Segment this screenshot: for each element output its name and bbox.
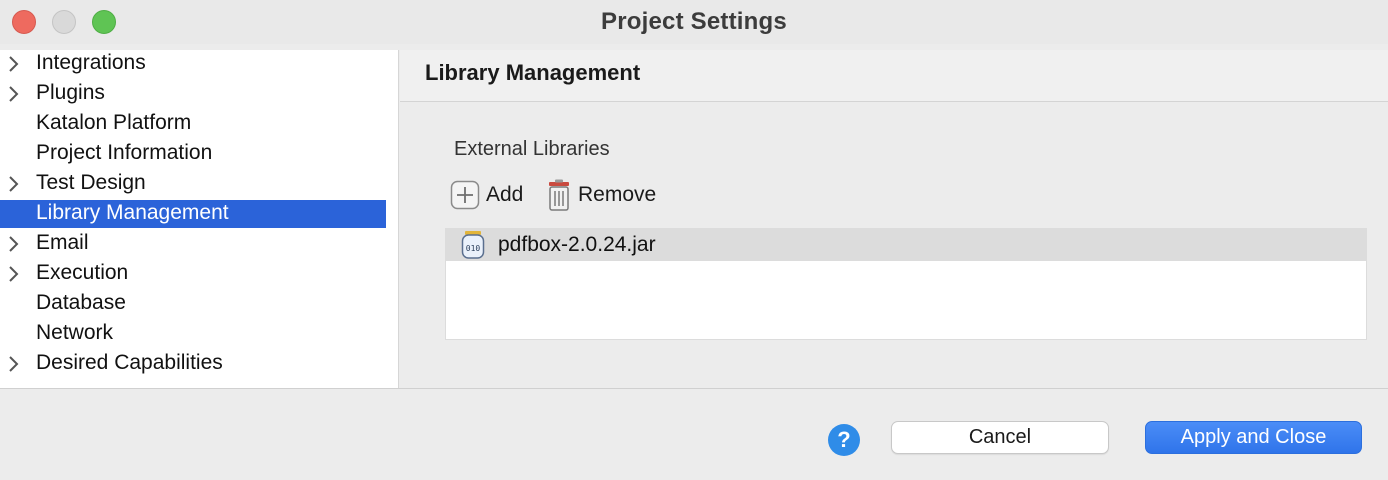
tree-item-label: Katalon Platform xyxy=(36,111,192,134)
settings-tree[interactable]: Integrations Plugins Katalon Platform Pr… xyxy=(0,50,399,388)
tree-item-plugins[interactable]: Plugins xyxy=(0,80,386,108)
tree-item-label: Email xyxy=(36,231,89,254)
close-window-button[interactable] xyxy=(12,10,36,34)
tree-item-label: Library Management xyxy=(36,201,229,224)
list-item[interactable]: 010 pdfbox-2.0.24.jar xyxy=(446,229,1366,261)
tree-item-label: Test Design xyxy=(36,171,146,194)
library-name: pdfbox-2.0.24.jar xyxy=(498,233,656,256)
add-library-button[interactable]: Add xyxy=(450,178,523,212)
add-label: Add xyxy=(486,183,524,206)
tree-item-execution[interactable]: Execution xyxy=(0,260,386,288)
footer-divider xyxy=(0,388,1388,389)
page-title: Library Management xyxy=(425,60,641,85)
chevron-right-icon[interactable] xyxy=(6,54,22,74)
tree-item-email[interactable]: Email xyxy=(0,230,386,258)
tree-item-desired-capabilities[interactable]: Desired Capabilities xyxy=(0,350,386,378)
window-title: Project Settings xyxy=(601,8,787,35)
minimize-window-button[interactable] xyxy=(52,10,76,34)
chevron-right-icon[interactable] xyxy=(6,264,22,284)
add-icon xyxy=(450,180,480,210)
cancel-button[interactable]: Cancel xyxy=(891,421,1109,454)
help-button[interactable]: ? xyxy=(828,424,860,456)
chevron-right-icon[interactable] xyxy=(6,84,22,104)
tree-item-test-design[interactable]: Test Design xyxy=(0,170,386,198)
svg-text:010: 010 xyxy=(466,244,481,253)
external-libraries-list[interactable]: 010 pdfbox-2.0.24.jar xyxy=(445,228,1367,340)
remove-label: Remove xyxy=(578,183,657,206)
tree-item-label: Execution xyxy=(36,261,129,284)
chevron-right-icon[interactable] xyxy=(6,354,22,374)
panel-header: Library Management xyxy=(400,50,1388,102)
tree-item-label: Plugins xyxy=(36,81,105,104)
tree-item-katalon-platform[interactable]: Katalon Platform xyxy=(0,110,386,138)
tree-item-label: Project Information xyxy=(36,141,213,164)
tree-item-integrations[interactable]: Integrations xyxy=(0,50,386,78)
remove-library-button[interactable]: Remove xyxy=(546,178,656,212)
chevron-right-icon[interactable] xyxy=(6,174,22,194)
tree-item-label: Database xyxy=(36,291,126,314)
chevron-right-icon[interactable] xyxy=(6,234,22,254)
tree-item-label: Desired Capabilities xyxy=(36,351,223,374)
trash-icon xyxy=(549,179,569,211)
tree-item-label: Network xyxy=(36,321,114,344)
tree-item-library-management[interactable]: Library Management xyxy=(0,200,386,228)
tree-item-label: Integrations xyxy=(36,51,146,74)
tree-item-network[interactable]: Network xyxy=(0,320,386,348)
library-management-panel: Library Management External Libraries Ad… xyxy=(400,50,1388,388)
title-bar: Project Settings xyxy=(0,0,1388,44)
tree-item-project-information[interactable]: Project Information xyxy=(0,140,386,168)
tree-item-database[interactable]: Database xyxy=(0,290,386,318)
apply-and-close-button[interactable]: Apply and Close xyxy=(1145,421,1362,454)
section-label: External Libraries xyxy=(454,138,610,160)
jar-icon: 010 xyxy=(461,231,485,259)
maximize-window-button[interactable] xyxy=(92,10,116,34)
